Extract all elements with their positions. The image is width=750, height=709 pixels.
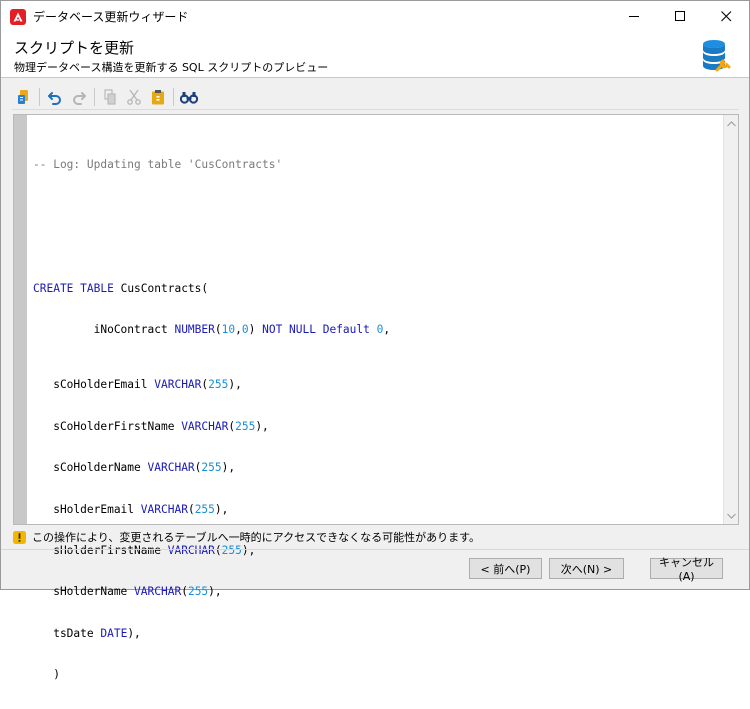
editor-gutter (14, 115, 27, 524)
column-precision: 10 (221, 323, 236, 337)
undo-button[interactable] (43, 85, 67, 109)
previous-button[interactable]: < 前へ(P) (469, 558, 542, 579)
copy-icon (104, 88, 116, 105)
warning-text: この操作により、変更されるテーブルへ一時的にアクセスできなくなる可能性があります… (32, 531, 481, 544)
page-subtitle: 物理データベース構造を更新する SQL スクリプトのプレビュー (14, 61, 329, 74)
column-length: 255 (208, 378, 229, 392)
column-name: iNoContract (33, 323, 175, 337)
toolbar-separator (39, 87, 40, 106)
warning-message: この操作により、変更されるテーブルへ一時的にアクセスできなくなる可能性があります… (13, 529, 480, 545)
undo-icon (48, 91, 61, 105)
column-length: 255 (235, 419, 256, 433)
column-name: sCoHolderEmail (33, 378, 155, 392)
page-title: スクリプトを更新 (14, 39, 135, 57)
column-name: sHolderName (33, 585, 135, 599)
code-punct: , (383, 323, 391, 337)
column-length: 255 (187, 585, 209, 599)
toolbar-separator (173, 87, 174, 106)
footer-divider (1, 549, 749, 550)
script-button[interactable] (12, 85, 36, 109)
maximize-icon (674, 11, 685, 21)
find-icon (180, 91, 198, 104)
code-punct: ( (214, 323, 222, 337)
column-type: VARCHAR (134, 585, 182, 599)
column-name: sCoHolderName (33, 461, 148, 475)
column-length: 255 (194, 502, 215, 516)
column-length: 255 (201, 461, 222, 475)
redo-icon (73, 91, 86, 105)
code-punct: , (235, 323, 242, 337)
find-button[interactable] (177, 85, 201, 109)
column-name: tsDate (33, 626, 101, 640)
log-comment: -- Log: Updating table 'CusContracts' (33, 157, 283, 171)
column-type: VARCHAR (154, 378, 202, 392)
column-length: 255 (221, 543, 242, 557)
scroll-up-icon[interactable] (727, 119, 736, 128)
next-button[interactable]: 次へ(N) > (549, 558, 624, 579)
app-logo-icon (10, 8, 26, 25)
wizard-header: スクリプトを更新 物理データベース構造を更新する SQL スクリプトのプレビュー (1, 32, 749, 78)
minimize-icon (628, 16, 639, 17)
window-title: データベース更新ウィザード (33, 10, 189, 24)
vertical-scrollbar[interactable] (723, 115, 738, 524)
cut-button[interactable] (122, 85, 146, 109)
column-type: VARCHAR (167, 543, 215, 557)
title-bar: データベース更新ウィザード (1, 1, 749, 32)
cut-icon (127, 89, 141, 105)
create-keyword: CREATE TABLE (33, 281, 114, 295)
close-button[interactable] (703, 1, 749, 32)
column-type: VARCHAR (147, 461, 195, 475)
code-punct: ), (127, 626, 141, 640)
column-type: NUMBER (174, 323, 215, 337)
cancel-button[interactable]: キャンセル(A) (650, 556, 723, 583)
column-name: sHolderEmail (33, 502, 141, 516)
closing-paren: ) (33, 668, 60, 682)
script-icon (18, 89, 28, 104)
sql-script-text: -- Log: Updating table 'CusContracts' CR… (33, 157, 391, 682)
scroll-down-icon[interactable] (727, 511, 736, 520)
column-name: sCoHolderFirstName (33, 419, 182, 433)
table-name: CusContracts( (120, 281, 209, 295)
column-scale: 0 (241, 323, 249, 337)
copy-button[interactable] (98, 85, 122, 109)
minimize-button[interactable] (611, 1, 657, 32)
column-constraint: NOT NULL Default (262, 323, 370, 337)
code-punct: ) (248, 323, 263, 337)
maximize-button[interactable] (657, 1, 703, 32)
paste-button[interactable] (146, 85, 170, 109)
toolbar-separator (94, 87, 95, 106)
sql-script-editor[interactable]: -- Log: Updating table 'CusContracts' CR… (13, 114, 739, 681)
database-update-icon (703, 40, 731, 72)
close-icon (720, 11, 731, 22)
column-type: VARCHAR (181, 419, 229, 433)
paste-icon (152, 89, 164, 104)
column-name: sHolderFirstName (33, 543, 168, 557)
column-type: DATE (100, 626, 128, 640)
wizard-window: データベース更新ウィザード スクリプトを更新 物理データベース構造を更新する S… (0, 0, 750, 681)
redo-button[interactable] (67, 85, 91, 109)
warning-icon (13, 530, 26, 544)
column-type: VARCHAR (140, 502, 188, 516)
editor-toolbar (12, 84, 739, 110)
code-punct (370, 323, 377, 336)
